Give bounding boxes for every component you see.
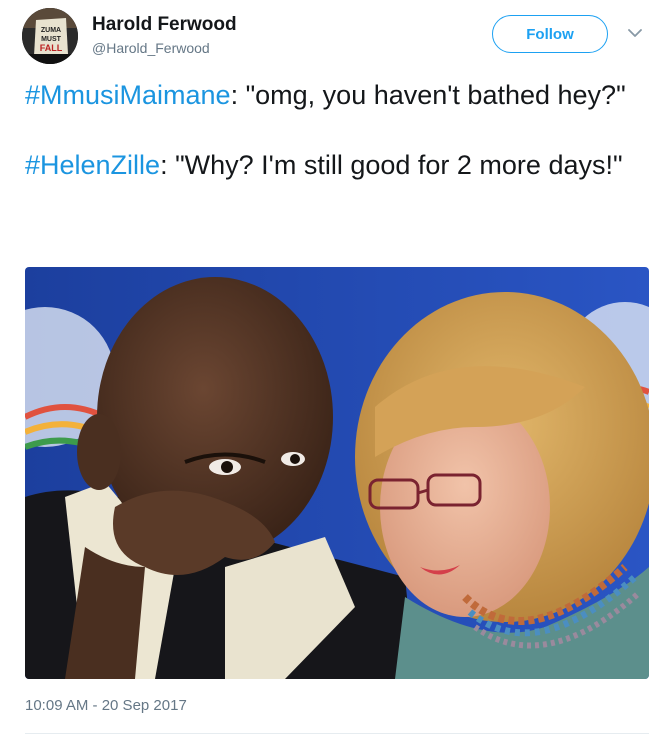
tweet-line-1-text: : "omg, you haven't bathed hey?" [230,80,626,110]
author-name[interactable]: Harold Ferwood [92,14,237,36]
author-avatar[interactable]: ZUMA MUST FALL [22,8,78,64]
tweet-line-2: #HelenZille: "Why? I'm still good for 2 … [25,148,645,183]
svg-text:ZUMA: ZUMA [41,27,61,34]
hashtag-link-helenzille[interactable]: #HelenZille [25,150,160,180]
avatar-protest-sign-icon: ZUMA MUST FALL [22,8,78,64]
tweet-photo-icon [25,267,649,679]
divider [25,733,649,734]
tweet-text: #MmusiMaimane: "omg, you haven't bathed … [25,78,645,218]
tweet-line-1: #MmusiMaimane: "omg, you haven't bathed … [25,78,645,113]
tweet-header: ZUMA MUST FALL Harold Ferwood @Harold_Fe… [22,8,652,64]
tweet-photo[interactable] [25,267,649,679]
hashtag-link-mmusimaimane[interactable]: #MmusiMaimane [25,80,231,110]
svg-text:FALL: FALL [40,43,63,53]
tweet-line-2-text: : "Why? I'm still good for 2 more days!" [160,150,623,180]
tweet-timestamp[interactable]: 10:09 AM - 20 Sep 2017 [25,697,187,714]
follow-button[interactable]: Follow [492,15,608,53]
author-handle[interactable]: @Harold_Ferwood [92,40,210,56]
svg-text:MUST: MUST [41,36,62,43]
chevron-down-icon[interactable] [626,24,644,42]
